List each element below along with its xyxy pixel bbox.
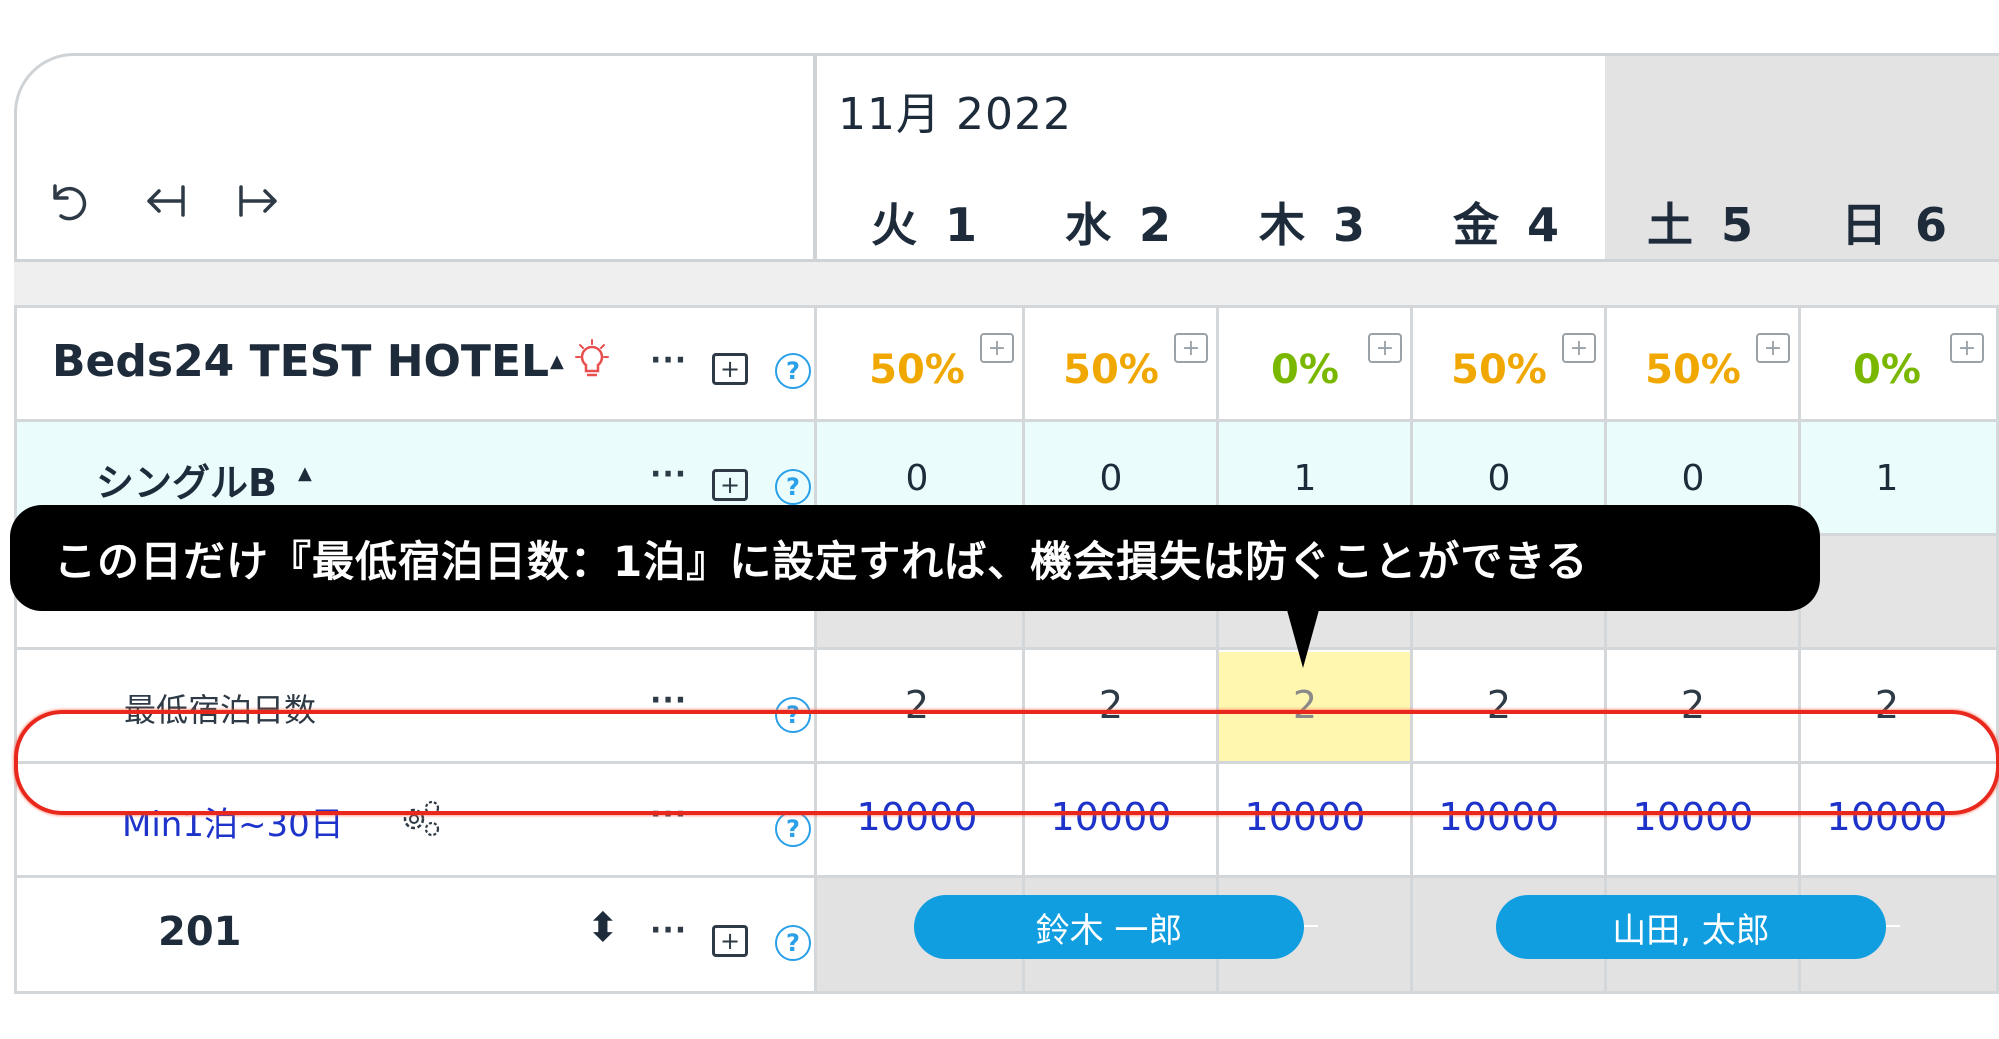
more-options-icon[interactable]: ··· <box>650 343 687 378</box>
availability-cell[interactable]: 0 <box>820 458 1014 499</box>
day-comment-icon[interactable]: + <box>1950 333 1984 363</box>
arrow-right-bar-icon[interactable] <box>232 173 288 229</box>
arrow-left-bar-icon[interactable] <box>136 173 192 229</box>
room-type-name[interactable]: シングルB <box>96 452 277 507</box>
month-label: 11月 2022 <box>838 89 1072 140</box>
grid-line <box>14 305 17 993</box>
booking-bar[interactable]: 山田, 太郎 <box>1496 895 1886 959</box>
day-header[interactable]: 火 1 <box>830 189 1024 255</box>
day-comment-icon[interactable]: + <box>980 333 1014 363</box>
grid-line <box>1604 305 1607 993</box>
add-comment-icon[interactable]: + <box>712 925 748 957</box>
grid-line <box>1798 305 1801 993</box>
availability-cell[interactable]: 1 <box>1790 458 1984 499</box>
availability-cell[interactable]: 1 <box>1208 458 1402 499</box>
grid-line <box>1216 305 1219 993</box>
grid-line <box>14 875 1999 878</box>
lightbulb-icon[interactable] <box>570 339 614 387</box>
availability-cell[interactable]: 0 <box>1402 458 1596 499</box>
day-comment-icon[interactable]: + <box>1174 333 1208 363</box>
caret-up-icon[interactable]: ▲ <box>298 463 312 484</box>
toolbar-panel <box>14 53 816 262</box>
help-icon[interactable]: ? <box>775 469 811 505</box>
undo-icon[interactable] <box>40 173 96 229</box>
annotation-callout: この日だけ『最低宿泊日数：1泊』に設定すれば、機会損失は防ぐことができる <box>10 505 1820 611</box>
grid-line <box>14 305 1999 308</box>
day-header[interactable]: 木 3 <box>1218 189 1412 255</box>
caret-up-icon[interactable]: ▲ <box>550 351 564 372</box>
property-name[interactable]: Beds24 TEST HOTEL <box>52 336 549 387</box>
header-spacer <box>14 262 1999 307</box>
grid-line <box>1410 305 1413 993</box>
day-header[interactable]: 金 4 <box>1412 189 1606 255</box>
booking-tail <box>1304 925 1318 927</box>
callout-pointer <box>1287 610 1319 668</box>
add-comment-icon[interactable]: + <box>712 469 748 501</box>
help-icon[interactable]: ? <box>775 353 811 389</box>
day-header[interactable]: 日 6 <box>1800 189 1994 255</box>
grid-line <box>14 647 1999 650</box>
day-header[interactable]: 土 5 <box>1606 189 1800 255</box>
more-options-icon[interactable]: ··· <box>650 913 687 948</box>
booking-bar[interactable]: 鈴木 一郎 <box>914 895 1304 959</box>
header-divider <box>814 53 817 262</box>
room-number[interactable]: 201 <box>158 909 242 955</box>
grid-line <box>1022 305 1025 993</box>
availability-cell[interactable]: 0 <box>1596 458 1790 499</box>
grid-line <box>814 305 817 993</box>
day-header[interactable]: 水 2 <box>1024 189 1218 255</box>
booking-tail <box>1886 925 1900 927</box>
more-options-icon[interactable]: ··· <box>650 457 687 492</box>
annotation-highlight-outline <box>14 710 1999 815</box>
grid-line <box>14 991 1999 994</box>
sort-handle-icon[interactable]: ⬍ <box>586 905 620 951</box>
availability-cell[interactable]: 0 <box>1014 458 1208 499</box>
day-comment-icon[interactable]: + <box>1562 333 1596 363</box>
help-icon[interactable]: ? <box>775 925 811 961</box>
grid-line <box>14 419 1999 422</box>
day-comment-icon[interactable]: + <box>1756 333 1790 363</box>
help-icon[interactable]: ? <box>775 811 811 847</box>
add-comment-icon[interactable]: + <box>712 353 748 385</box>
day-comment-icon[interactable]: + <box>1368 333 1402 363</box>
